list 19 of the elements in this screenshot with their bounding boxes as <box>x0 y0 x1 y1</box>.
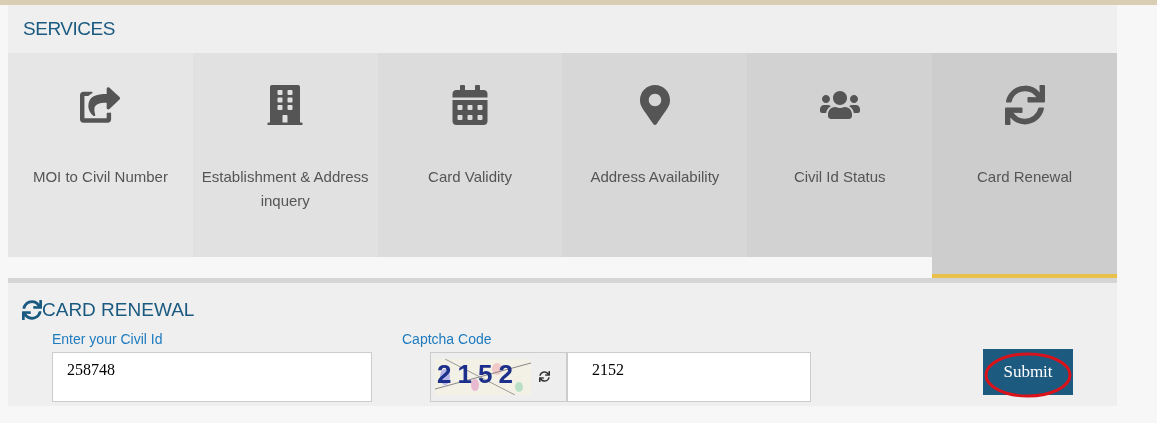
service-tile[interactable]: MOI to Civil Number <box>8 53 193 257</box>
service-tile[interactable]: Card Validity <box>377 53 563 257</box>
field-label: Captcha Code <box>402 330 493 349</box>
civil-id-field[interactable]: 258748 <box>52 352 372 402</box>
field-label: Enter your Civil Id <box>52 330 164 349</box>
refresh-icon <box>1004 85 1045 125</box>
form-title: CARD RENEWAL <box>42 297 195 322</box>
captcha-field[interactable]: 2152 <box>567 352 811 402</box>
refresh-icon <box>22 300 42 320</box>
calendar-icon <box>450 85 491 125</box>
service-tile[interactable]: Civil Id Status <box>747 53 933 257</box>
service-tile[interactable]: Establishment & Address inquery <box>192 53 378 257</box>
service-tile[interactable]: Address Availability <box>562 53 748 257</box>
share-icon <box>80 85 121 125</box>
refresh-icon[interactable] <box>539 371 550 382</box>
section-title: SERVICES <box>23 16 115 41</box>
captcha-image: 2152 <box>435 359 531 395</box>
service-tile[interactable]: Card Renewal <box>932 53 1117 278</box>
building-icon <box>265 85 306 125</box>
